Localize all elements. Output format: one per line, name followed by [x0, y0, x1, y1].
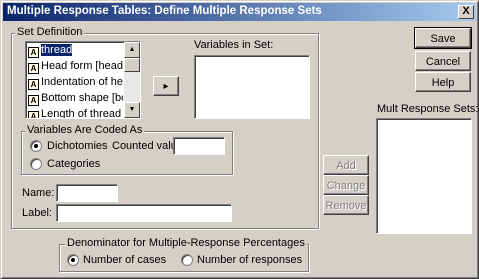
list-item[interactable]: ALength of thread [len	[28, 107, 123, 119]
categories-radio[interactable]	[30, 158, 42, 170]
remove-set-button[interactable]: Remove	[323, 195, 369, 215]
set-definition-label: Set Definition	[15, 26, 85, 38]
dichotomies-label: Dichotomies	[47, 140, 108, 152]
number-of-cases-label: Number of cases	[83, 254, 167, 266]
variable-name: Length of thread [len	[41, 108, 123, 119]
name-input[interactable]	[56, 184, 118, 202]
label-label: Label:	[22, 207, 52, 219]
variables-in-set-label: Variables in Set:	[194, 39, 274, 51]
list-item[interactable]: Athread	[28, 43, 123, 58]
coded-as-label: Variables Are Coded As	[25, 124, 145, 136]
number-of-cases-radio[interactable]	[67, 254, 79, 266]
string-variable-icon: A	[28, 111, 39, 118]
name-label: Name:	[22, 187, 55, 199]
variable-name: Head form [head]	[41, 60, 123, 72]
list-scrollbar[interactable]: ▲ ▼	[124, 42, 140, 118]
mult-response-sets-list[interactable]	[376, 118, 472, 234]
string-variable-icon: A	[28, 63, 39, 74]
string-variable-icon: A	[28, 95, 39, 106]
categories-label: Categories	[47, 158, 101, 170]
dialog-window: Multiple Response Tables: Define Multipl…	[0, 0, 479, 279]
title-bar[interactable]: Multiple Response Tables: Define Multipl…	[3, 3, 476, 21]
window-title: Multiple Response Tables: Define Multipl…	[7, 5, 322, 17]
denominator-label: Denominator for Multiple-Response Percen…	[65, 237, 307, 249]
list-item[interactable]: AIndentation of head	[28, 75, 123, 90]
move-to-set-button[interactable]: ▸	[153, 76, 179, 96]
scroll-thumb[interactable]	[124, 58, 140, 72]
cancel-button[interactable]: Cancel	[415, 51, 471, 71]
number-of-responses-label: Number of responses	[197, 254, 303, 266]
change-set-button[interactable]: Change	[323, 175, 369, 195]
variable-name: thread	[41, 44, 73, 56]
variable-source-list[interactable]: Athread A Head form [head] A Indentation o…	[25, 41, 141, 119]
counted-value-input[interactable]	[173, 137, 225, 155]
number-of-responses-radio[interactable]	[181, 254, 193, 266]
string-variable-icon: A	[28, 79, 39, 90]
add-set-button[interactable]: Add	[323, 155, 369, 175]
save-button[interactable]: Save	[414, 27, 472, 49]
help-button[interactable]: Help	[415, 72, 471, 92]
label-input[interactable]	[56, 204, 232, 222]
mult-response-sets-label: Mult Response Sets:	[377, 103, 479, 115]
list-item[interactable]: ABottom shape [botto	[28, 91, 123, 106]
variables-in-set-list[interactable]	[194, 55, 310, 119]
dichotomies-radio[interactable]	[30, 140, 42, 152]
list-item[interactable]: A Head form [head]	[28, 59, 123, 74]
string-variable-icon: A	[28, 47, 39, 58]
scroll-up-icon[interactable]: ▲	[124, 42, 140, 58]
variable-name: Indentation of head	[41, 76, 123, 88]
variable-name: Bottom shape [botto	[41, 92, 123, 104]
scroll-down-icon[interactable]: ▼	[124, 102, 140, 118]
close-icon[interactable]: X	[458, 5, 474, 19]
